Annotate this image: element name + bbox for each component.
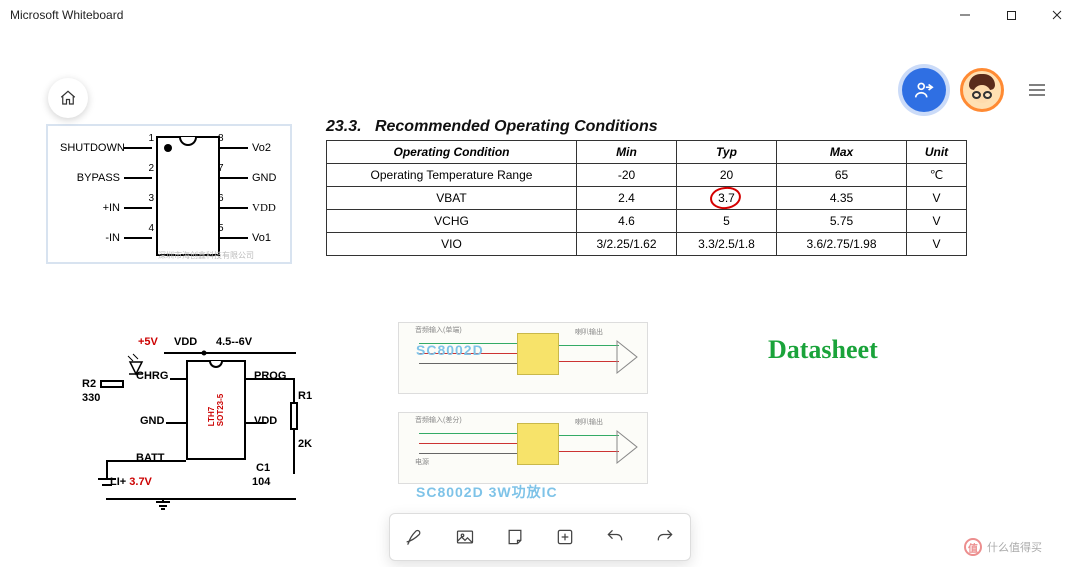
table-row: VCHG4.655.75V <box>327 210 967 233</box>
schematic-caption-2: SC8002D 3W功放IC <box>416 482 558 502</box>
circuit-ic: LTH7SOT23-5 <box>186 360 246 460</box>
schematic-caption-1: SC8002D <box>416 342 484 358</box>
label-li: LI+ 3.7V <box>110 476 152 488</box>
label-c1v: 104 <box>252 476 270 488</box>
redo-tool[interactable] <box>654 526 676 548</box>
share-person-icon <box>913 79 935 101</box>
label-r2v: 330 <box>82 392 100 404</box>
note-tool[interactable] <box>504 526 526 548</box>
label-vrange: 4.5--6V <box>216 336 252 348</box>
home-button[interactable] <box>48 78 88 118</box>
table-header-row: Operating Condition Min Typ Max Unit <box>327 141 967 164</box>
pin-1: SHUTDOWN1 <box>60 142 152 154</box>
close-button[interactable] <box>1034 0 1080 30</box>
whiteboard-canvas[interactable]: SHUTDOWN1 BYPASS2 +IN3 -IN4 8Vo2 7GND 6V… <box>0 30 1080 567</box>
label-batt: BATT <box>136 452 165 464</box>
col-max: Max <box>777 141 907 164</box>
settings-button[interactable] <box>1018 71 1056 109</box>
ink-text-datasheet[interactable]: Datasheet <box>768 335 878 365</box>
pin-6: 6VDD <box>220 202 312 214</box>
image-tool[interactable] <box>454 526 476 548</box>
pin-8: 8Vo2 <box>220 142 312 154</box>
pin-7: 7GND <box>220 172 312 184</box>
pin-3: +IN3 <box>60 202 152 214</box>
chip-body <box>156 136 220 256</box>
user-avatar[interactable] <box>960 68 1004 112</box>
note-icon <box>505 527 525 547</box>
undo-tool[interactable] <box>604 526 626 548</box>
menu-icon <box>1028 83 1046 97</box>
source-watermark: 值 什么值得买 <box>964 533 1074 561</box>
label-prog: PROG <box>254 370 286 382</box>
col-unit: Unit <box>907 141 967 164</box>
home-icon <box>59 89 77 107</box>
pen-icon <box>405 527 425 547</box>
col-typ: Typ <box>677 141 777 164</box>
operating-conditions-table: Operating Condition Min Typ Max Unit Ope… <box>326 140 967 256</box>
redo-icon <box>655 527 675 547</box>
window-titlebar: Microsoft Whiteboard <box>0 0 1080 30</box>
pen-tool[interactable] <box>404 526 426 548</box>
label-r1v: 2K <box>298 438 312 450</box>
schematic-image-2[interactable]: 音频输入(差分) 喇叭输出 电源 <box>398 412 648 484</box>
image-watermark: 深圳市海创鑫科技有限公司 <box>158 250 254 261</box>
col-condition: Operating Condition <box>327 141 577 164</box>
label-5v: +5V <box>138 336 158 348</box>
pin-5: 5Vo1 <box>220 232 312 244</box>
undo-icon <box>605 527 625 547</box>
label-vdd2: VDD <box>254 415 277 427</box>
image-icon <box>455 527 475 547</box>
section-title: 23.3. Recommended Operating Conditions <box>326 118 658 136</box>
col-min: Min <box>577 141 677 164</box>
label-r2: R2 <box>82 378 96 390</box>
pin-2: BYPASS2 <box>60 172 152 184</box>
table-row: VBAT2.43.74.35V <box>327 187 967 210</box>
window-title: Microsoft Whiteboard <box>10 8 123 22</box>
pin-4: -IN4 <box>60 232 152 244</box>
charger-circuit-image[interactable]: +5V VDD 4.5--6V LTH7SOT23-5 CHRG GND BAT… <box>76 330 326 520</box>
table-row: Operating Temperature Range-202065℃ <box>327 164 967 187</box>
label-r1: R1 <box>298 390 312 402</box>
share-button[interactable] <box>902 68 946 112</box>
add-icon <box>555 527 575 547</box>
minimize-button[interactable] <box>942 0 988 30</box>
schematic-image-1[interactable]: 音频输入(单端) 喇叭输出 <box>398 322 648 394</box>
maximize-button[interactable] <box>988 0 1034 30</box>
bottom-toolbar <box>389 513 691 561</box>
table-row: VIO3/2.25/1.623.3/2.5/1.83.6/2.75/1.98V <box>327 233 967 256</box>
label-c1: C1 <box>256 462 270 474</box>
add-tool[interactable] <box>554 526 576 548</box>
label-gnd: GND <box>140 415 164 427</box>
label-vdd: VDD <box>174 336 197 348</box>
chip-diagram-image[interactable]: SHUTDOWN1 BYPASS2 +IN3 -IN4 8Vo2 7GND 6V… <box>46 124 292 264</box>
